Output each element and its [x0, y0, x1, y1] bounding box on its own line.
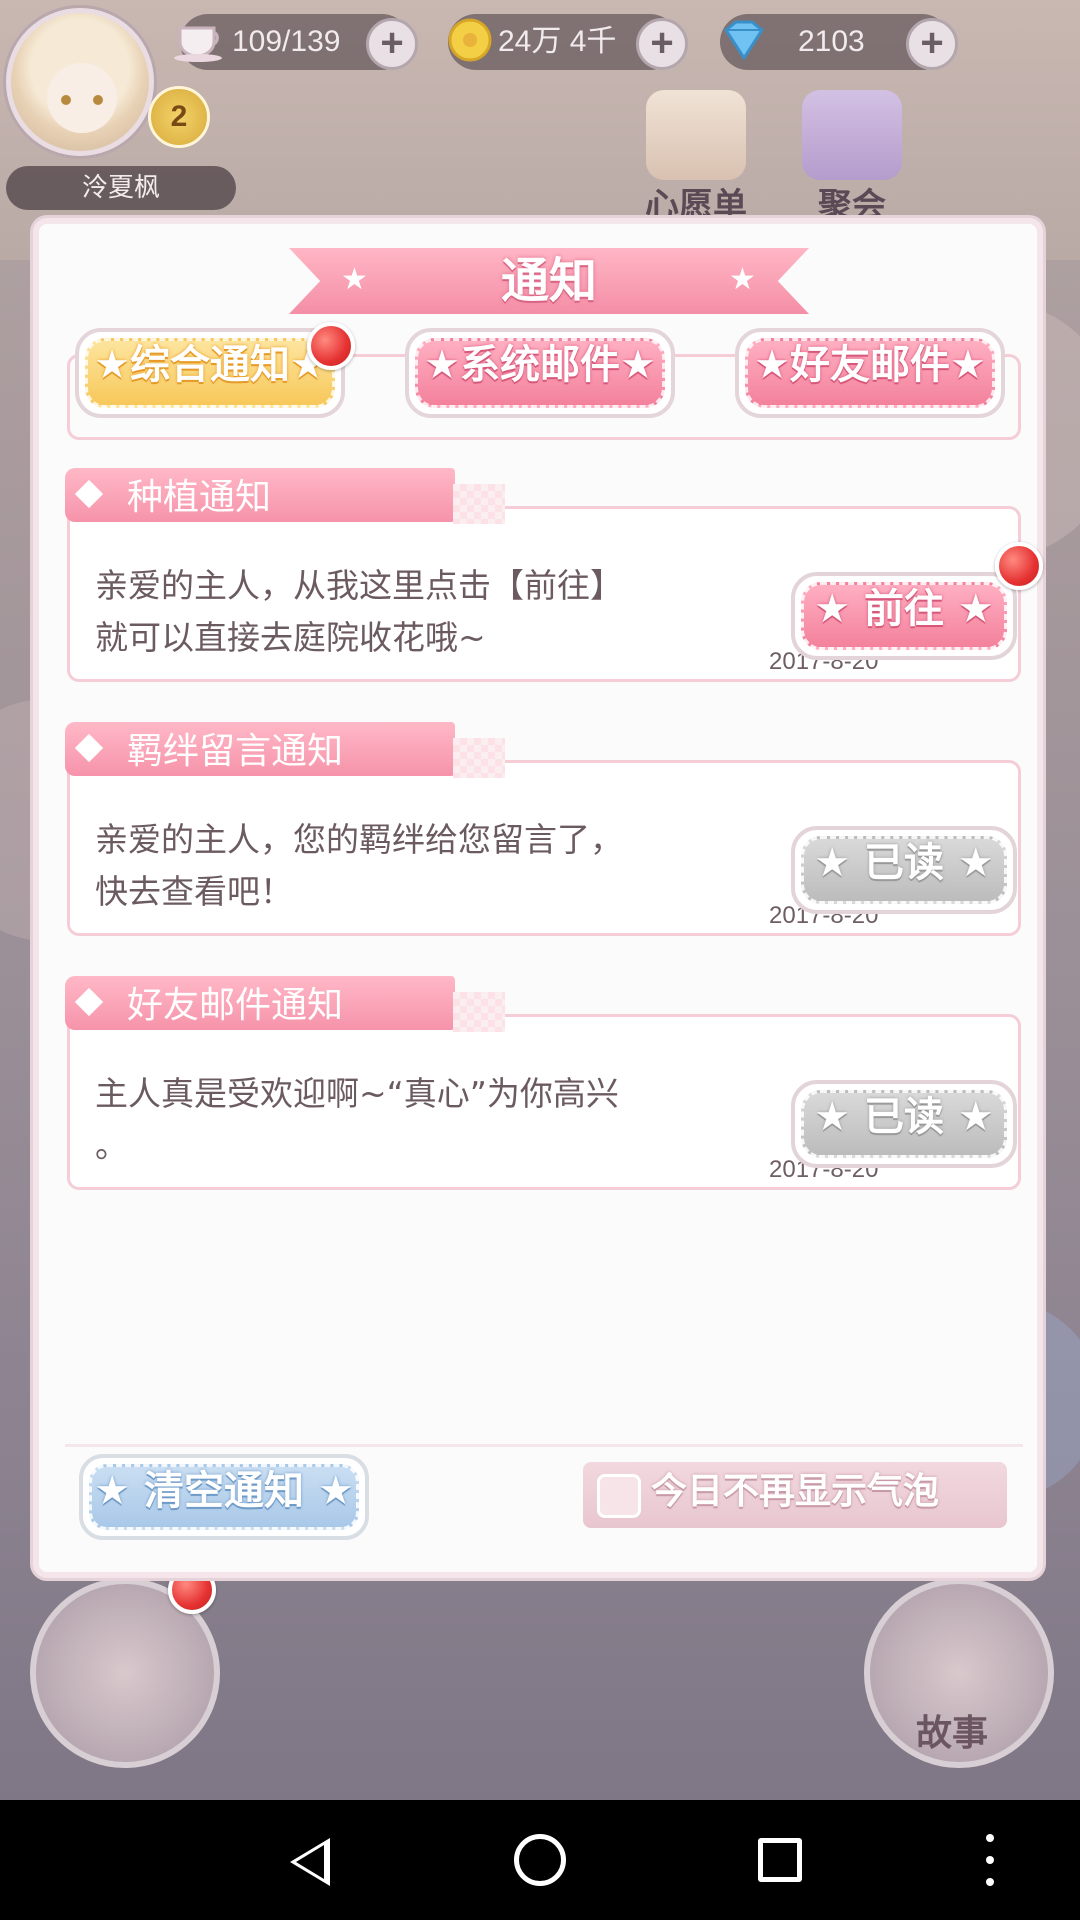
- star-icon: ★: [620, 342, 656, 388]
- star-icon: ★: [814, 586, 864, 632]
- star-icon: ★: [94, 342, 130, 388]
- diamond-bullet-icon: [74, 987, 104, 1017]
- diamond-value: 2103: [798, 25, 865, 58]
- notification-heading-text: 好友邮件通知: [127, 985, 344, 1026]
- notification-heading: 种植通知: [65, 468, 505, 524]
- hide-bubbles-today-toggle[interactable]: 今日不再显示气泡: [583, 1462, 1007, 1528]
- star-icon: ★: [944, 840, 994, 886]
- nav-menu-button[interactable]: [930, 1800, 1050, 1920]
- notification-dialog: ★ ★ 通知 ★综合通知★ ★系统邮件★ ★好友邮件★ 种植通知 亲爱的主人，从…: [33, 218, 1043, 1578]
- heading-checker-decoration: [453, 738, 505, 778]
- message-line: 亲爱的主人，您的羁绊给您留言了，: [95, 820, 623, 859]
- stamina-value: 109/139: [232, 25, 341, 58]
- button-label: ★ 清空通知 ★: [83, 1458, 365, 1536]
- party-icon: [802, 90, 902, 180]
- star-icon: ★: [944, 586, 994, 632]
- read-button[interactable]: ★ 已读 ★: [791, 826, 1017, 914]
- star-icon: ★: [754, 342, 790, 388]
- clear-notifications-button[interactable]: ★ 清空通知 ★: [79, 1454, 369, 1540]
- teacup-icon: [174, 26, 222, 62]
- add-gold-button[interactable]: +: [636, 18, 688, 70]
- hide-bubbles-label: 今日不再显示气泡: [651, 1471, 940, 1512]
- star-icon: ★: [950, 342, 986, 388]
- go-button[interactable]: ★ 前往 ★: [791, 572, 1017, 660]
- star-icon: ★: [814, 840, 864, 886]
- notification-heading-text: 羁绊留言通知: [127, 731, 344, 772]
- star-icon: ★: [944, 1094, 994, 1140]
- tab-label: ★好友邮件★: [739, 332, 1001, 414]
- tab-general-red-dot: [307, 322, 355, 370]
- level-crown-badge: 2: [148, 86, 210, 148]
- heading-checker-decoration: [453, 484, 505, 524]
- back-triangle-inner: [296, 1845, 324, 1879]
- add-stamina-button[interactable]: +: [366, 18, 418, 70]
- tab-general-notifications[interactable]: ★综合通知★: [75, 328, 345, 418]
- tab-friend-mail[interactable]: ★好友邮件★: [735, 328, 1005, 418]
- gold-coin-icon: [448, 18, 492, 62]
- tab-label: ★系统邮件★: [409, 332, 671, 414]
- notification-message: 主人真是受欢迎啊~“真心”为你高兴 。: [95, 1068, 715, 1172]
- star-icon: ★: [424, 342, 460, 388]
- add-diamond-button[interactable]: +: [906, 18, 958, 70]
- notification-message: 亲爱的主人，从我这里点击【前往】 就可以直接去庭院收花哦~: [95, 560, 715, 664]
- system-navigation-bar: [0, 1800, 1080, 1920]
- diamond-bullet-icon: [74, 479, 104, 509]
- star-icon: ★: [814, 1094, 864, 1140]
- button-label: ★ 已读 ★: [795, 1084, 1013, 1164]
- wishlist-icon: [646, 90, 746, 180]
- go-label: 前往: [864, 586, 944, 632]
- nav-back-button[interactable]: [250, 1800, 370, 1920]
- avatar-eye: [93, 95, 103, 105]
- footer-divider: [65, 1444, 1023, 1447]
- read-label: 已读: [864, 1094, 944, 1140]
- wishlist-button[interactable]: 心愿单: [636, 90, 756, 226]
- notification-heading: 羁绊留言通知: [65, 722, 505, 778]
- player-name: 泠夏枫: [6, 166, 236, 210]
- party-button[interactable]: 聚会: [792, 90, 912, 226]
- diamond-bullet-icon: [74, 733, 104, 763]
- go-button-red-dot: [995, 542, 1043, 590]
- recents-square-icon: [758, 1838, 802, 1882]
- notification-heading-text: 种植通知: [127, 477, 272, 518]
- avatar-face: [47, 63, 117, 133]
- message-line: 就可以直接去庭院收花哦~: [95, 618, 486, 657]
- message-line: 亲爱的主人，从我这里点击【前往】: [95, 566, 623, 605]
- hide-bubbles-checkbox[interactable]: [597, 1474, 641, 1518]
- tab-system-label: 系统邮件: [460, 342, 620, 388]
- avatar-eye: [61, 95, 71, 105]
- home-circle-icon: [514, 1834, 566, 1886]
- notification-heading: 好友邮件通知: [65, 976, 505, 1032]
- clear-label: 清空通知: [144, 1468, 304, 1514]
- tab-system-mail[interactable]: ★系统邮件★: [405, 328, 675, 418]
- diamond-icon: [724, 20, 764, 61]
- tab-label: ★综合通知★: [79, 332, 341, 414]
- star-icon: ★: [304, 1468, 354, 1514]
- tab-friend-label: 好友邮件: [790, 342, 950, 388]
- message-line: 快去查看吧！: [95, 872, 293, 911]
- read-label: 已读: [864, 840, 944, 886]
- heading-checker-decoration: [453, 992, 505, 1032]
- tab-general-label: 综合通知: [130, 342, 290, 388]
- read-button[interactable]: ★ 已读 ★: [791, 1080, 1017, 1168]
- nav-home-button[interactable]: [484, 1800, 604, 1920]
- message-line: 。: [95, 1126, 128, 1165]
- star-icon: ★: [94, 1468, 144, 1514]
- nav-recents-button[interactable]: [724, 1800, 844, 1920]
- gold-value: 24万 4千: [498, 25, 617, 58]
- player-avatar[interactable]: [6, 8, 154, 156]
- message-line: 主人真是受欢迎啊~“真心”为你高兴: [95, 1074, 619, 1113]
- dialog-title: 通知: [500, 253, 597, 309]
- more-dots-icon: [986, 1834, 994, 1886]
- story-label: 故事: [916, 1713, 989, 1754]
- button-label: ★ 前往 ★: [795, 576, 1013, 656]
- button-label: ★ 已读 ★: [795, 830, 1013, 910]
- notification-message: 亲爱的主人，您的羁绊给您留言了， 快去查看吧！: [95, 814, 715, 918]
